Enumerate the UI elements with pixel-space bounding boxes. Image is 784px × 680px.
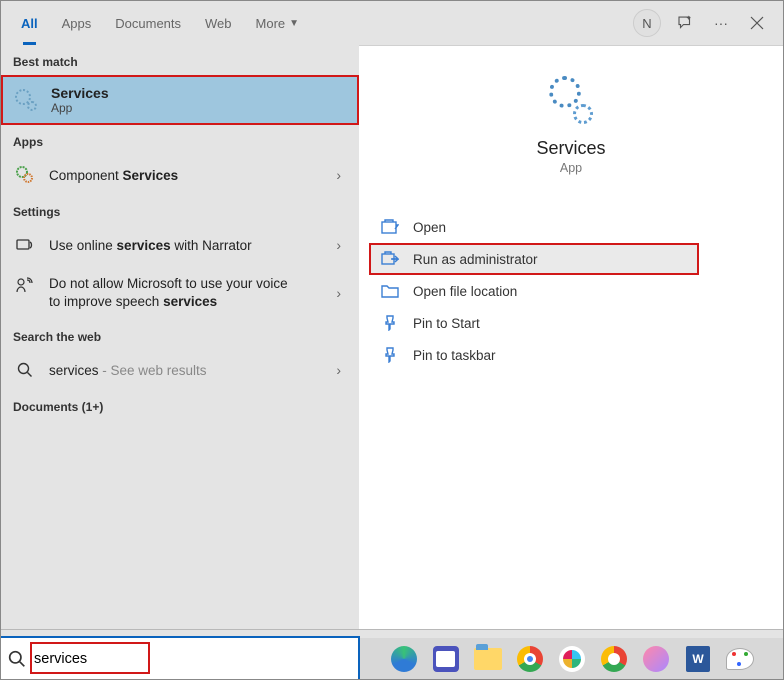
chevron-right-icon: › [336, 167, 341, 183]
tabs-row: All Apps Documents Web More ▼ N ··· [1, 1, 783, 45]
setting-narrator-services[interactable]: Use online services with Narrator › [1, 225, 359, 265]
best-match-item[interactable]: Services App [1, 75, 359, 125]
search-icon [15, 360, 35, 380]
close-icon [750, 16, 764, 30]
actions-list: Open Run as administrator Open file loca… [359, 191, 783, 371]
detail-subtitle: App [560, 161, 582, 175]
setting-speech-services[interactable]: Do not allow Microsoft to use your voice… [1, 265, 359, 320]
search-icon [8, 650, 26, 668]
chevron-right-icon: › [336, 362, 341, 378]
taskbar-file-explorer[interactable] [471, 642, 505, 676]
best-match-subtitle: App [51, 101, 109, 115]
user-avatar[interactable]: N [633, 9, 661, 37]
detail-title: Services [536, 138, 605, 159]
taskbar-app-pink[interactable] [639, 642, 673, 676]
taskbar-teams[interactable] [429, 642, 463, 676]
taskbar-paint[interactable] [723, 642, 757, 676]
action-label: Run as administrator [413, 252, 538, 267]
action-label: Pin to taskbar [413, 348, 496, 363]
action-open[interactable]: Open [369, 211, 773, 243]
results-body: Best match Services App Apps Component S… [1, 45, 783, 629]
ellipsis-icon: ··· [714, 15, 728, 31]
action-open-file-location[interactable]: Open file location [369, 275, 773, 307]
open-icon [381, 219, 399, 235]
feedback-button[interactable] [667, 7, 703, 39]
tab-documents[interactable]: Documents [103, 1, 193, 45]
web-result-services[interactable]: services - See web results › [1, 350, 359, 390]
app-result-component-services[interactable]: Component Services › [1, 155, 359, 195]
search-input[interactable] [34, 651, 350, 667]
services-icon [15, 89, 37, 111]
pin-icon [381, 315, 399, 331]
folder-icon [381, 283, 399, 299]
detail-panel: Services App Open Run as administrator O… [359, 45, 783, 629]
best-match-text: Services App [51, 85, 109, 115]
taskbar-chrome-canary[interactable] [597, 642, 631, 676]
close-button[interactable] [739, 7, 775, 39]
action-label: Open [413, 220, 446, 235]
tab-all[interactable]: All [9, 1, 50, 45]
section-settings: Settings [1, 195, 359, 225]
web-result-text: services - See web results [49, 363, 345, 378]
tab-more-label: More [256, 16, 286, 31]
section-apps: Apps [1, 125, 359, 155]
action-pin-to-start[interactable]: Pin to Start [369, 307, 773, 339]
tab-more[interactable]: More ▼ [244, 1, 312, 45]
taskbar-slack[interactable] [555, 642, 589, 676]
chevron-down-icon: ▼ [289, 18, 299, 29]
taskbar-word[interactable]: W [681, 642, 715, 676]
best-match-title: Services [51, 85, 109, 101]
action-run-as-administrator[interactable]: Run as administrator [369, 243, 699, 275]
speech-icon [15, 275, 35, 295]
taskbar-edge[interactable] [387, 642, 421, 676]
chevron-right-icon: › [336, 285, 341, 301]
tab-web[interactable]: Web [193, 1, 244, 45]
section-search-web: Search the web [1, 320, 359, 350]
component-services-icon [15, 165, 35, 185]
taskbar-chrome[interactable] [513, 642, 547, 676]
narrator-icon [15, 235, 35, 255]
section-best-match: Best match [1, 45, 359, 75]
more-options-button[interactable]: ··· [703, 7, 739, 39]
search-input-bar[interactable] [0, 638, 358, 680]
taskbar: W [360, 638, 784, 680]
action-pin-to-taskbar[interactable]: Pin to taskbar [369, 339, 773, 371]
admin-icon [381, 251, 399, 267]
services-icon-large [547, 76, 595, 124]
chevron-right-icon: › [336, 237, 341, 253]
section-documents: Documents (1+) [1, 390, 359, 420]
tab-apps[interactable]: Apps [50, 1, 104, 45]
setting-text: Use online services with Narrator [49, 238, 345, 253]
setting-text: Do not allow Microsoft to use your voice… [49, 275, 299, 310]
pin-icon [381, 347, 399, 363]
search-window: All Apps Documents Web More ▼ N ··· Best… [0, 0, 784, 630]
action-label: Open file location [413, 284, 517, 299]
action-label: Pin to Start [413, 316, 480, 331]
feedback-icon [676, 14, 694, 32]
detail-header: Services App [359, 46, 783, 191]
results-left-panel: Best match Services App Apps Component S… [1, 45, 359, 629]
app-result-label: Component Services [49, 168, 345, 183]
